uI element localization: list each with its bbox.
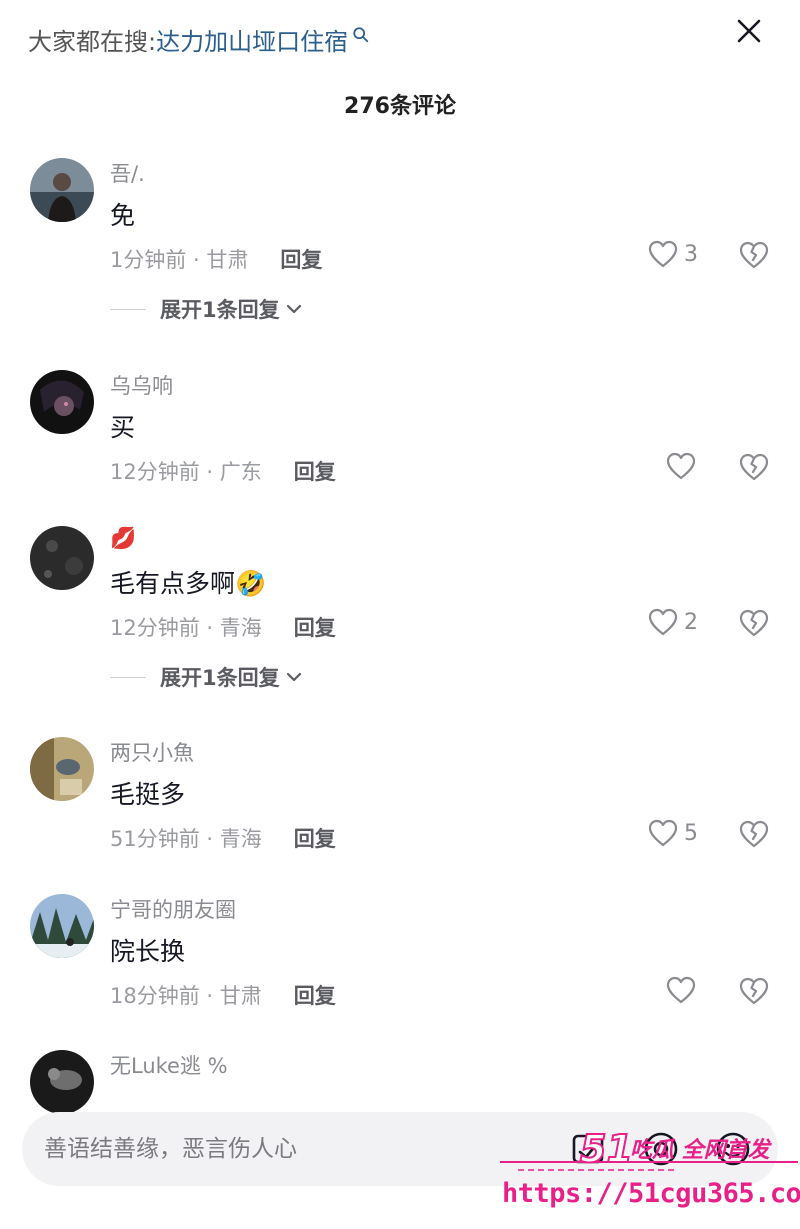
reply-button[interactable]: 回复 — [280, 244, 322, 274]
dislike-button[interactable] — [738, 608, 770, 642]
divider — [110, 308, 146, 310]
close-icon — [737, 19, 761, 43]
expand-replies-label: 展开1条回复 — [160, 298, 280, 322]
username[interactable]: 宁哥的朋友圈 — [110, 894, 236, 924]
broken-heart-icon — [739, 977, 769, 1005]
time-location: 12分钟前 · 青海 — [110, 616, 262, 640]
search-icon — [353, 26, 369, 42]
dislike-button[interactable] — [738, 976, 770, 1010]
like-button[interactable]: 2 — [648, 608, 698, 636]
broken-heart-icon — [739, 820, 769, 848]
username[interactable]: 💋 — [110, 526, 136, 551]
dislike-button[interactable] — [738, 819, 770, 853]
watermark: 51 吃瓜 全网首发 https://51cgu365.com — [498, 1118, 800, 1222]
reply-button[interactable]: 回复 — [294, 823, 336, 853]
avatar[interactable] — [30, 894, 94, 958]
comment-count: 276条评论 — [344, 94, 456, 119]
like-button[interactable] — [666, 976, 696, 1004]
comment-input[interactable] — [44, 1112, 544, 1186]
time-location: 18分钟前 · 甘肃 — [110, 984, 262, 1008]
top-bar: 大家都在搜: 达力加山垭口住宿 — [0, 0, 800, 80]
close-button[interactable] — [730, 12, 768, 50]
expand-replies-button[interactable]: 展开1条回复 — [110, 294, 302, 324]
like-count: 3 — [684, 241, 698, 267]
watermark-brand: 51 — [580, 1127, 633, 1171]
like-button[interactable]: 5 — [648, 819, 698, 847]
watermark-url: https://51cgu365.com — [502, 1178, 800, 1209]
chevron-down-icon — [286, 672, 301, 682]
heart-icon — [666, 452, 696, 480]
heart-icon — [648, 240, 678, 268]
comment-meta: 18分钟前 · 甘肃 回复 — [110, 980, 336, 1010]
reply-button[interactable]: 回复 — [294, 980, 336, 1010]
divider — [110, 676, 146, 678]
comment-meta: 12分钟前 · 广东 回复 — [110, 456, 336, 486]
dislike-button[interactable] — [738, 452, 770, 486]
username[interactable]: 无Luke逃 % — [110, 1050, 228, 1080]
username[interactable]: 两只小魚 — [110, 737, 194, 767]
reply-button[interactable]: 回复 — [294, 612, 336, 642]
comment-meta: 1分钟前 · 甘肃 回复 — [110, 244, 322, 274]
comment-text: 免 — [110, 201, 136, 230]
time-location: 12分钟前 · 广东 — [110, 460, 262, 484]
search-prefix: 大家都在搜: — [28, 28, 157, 56]
avatar[interactable] — [30, 737, 94, 801]
comment-text: 毛有点多啊🤣 — [110, 569, 267, 598]
broken-heart-icon — [739, 453, 769, 481]
heart-icon — [666, 976, 696, 1004]
reply-button[interactable]: 回复 — [294, 456, 336, 486]
avatar[interactable] — [30, 370, 94, 434]
time-location: 51分钟前 · 青海 — [110, 827, 262, 851]
expand-replies-label: 展开1条回复 — [160, 666, 280, 690]
search-keyword[interactable]: 达力加山垭口住宿 — [156, 22, 348, 57]
expand-replies-button[interactable]: 展开1条回复 — [110, 662, 302, 692]
watermark-tagline: 吃瓜 全网首发 — [630, 1138, 770, 1163]
chevron-down-icon — [286, 304, 301, 314]
comment-meta: 12分钟前 · 青海 回复 — [110, 612, 336, 642]
username[interactable]: 吾/. — [110, 158, 145, 188]
dislike-button[interactable] — [738, 240, 770, 274]
heart-icon — [648, 608, 678, 636]
heart-icon — [648, 819, 678, 847]
username[interactable]: 乌乌响 — [110, 370, 173, 400]
avatar[interactable] — [30, 526, 94, 590]
search-suggestion[interactable]: 大家都在搜: 达力加山垭口住宿 — [28, 22, 370, 57]
like-count: 2 — [684, 609, 698, 635]
avatar[interactable] — [30, 158, 94, 222]
comment-text: 毛挺多 — [110, 780, 186, 809]
like-count: 5 — [684, 820, 698, 846]
comment-text: 院长换 — [110, 937, 186, 966]
avatar[interactable] — [30, 1050, 94, 1114]
broken-heart-icon — [739, 241, 769, 269]
like-button[interactable] — [666, 452, 696, 480]
comment-text: 买 — [110, 413, 136, 442]
comment-meta: 51分钟前 · 青海 回复 — [110, 823, 336, 853]
like-button[interactable]: 3 — [648, 240, 698, 268]
broken-heart-icon — [739, 609, 769, 637]
time-location: 1分钟前 · 甘肃 — [110, 248, 249, 272]
